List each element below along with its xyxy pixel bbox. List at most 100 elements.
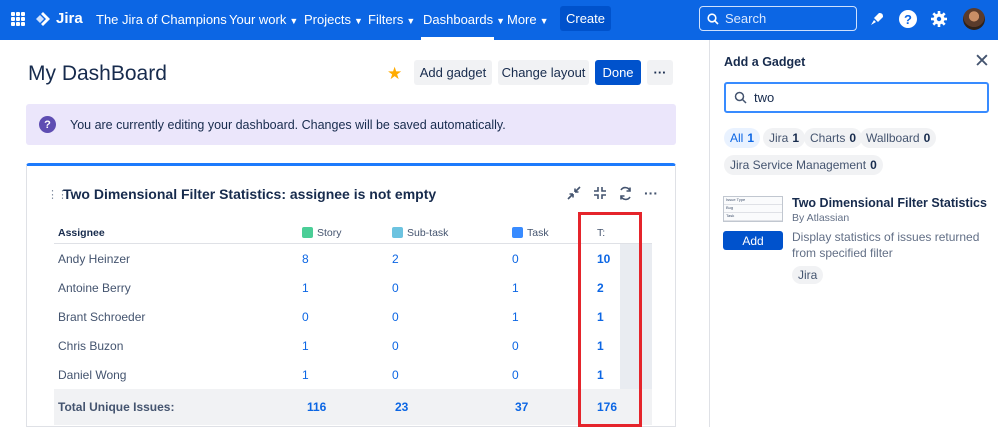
nav-your-work[interactable]: Your work ▼	[229, 12, 298, 27]
table-row: Antoine Berry 1 0 1 2	[54, 273, 652, 302]
gadget-result-tag: Jira	[792, 266, 824, 284]
header-story-label: Story	[317, 226, 342, 239]
global-search[interactable]	[699, 6, 857, 31]
chevron-down-icon: ▼	[289, 16, 299, 26]
refresh-arrows-icon	[619, 186, 631, 200]
task-count[interactable]: 1	[512, 273, 519, 302]
assignee-name: Daniel Wong	[58, 367, 127, 382]
settings-icon[interactable]	[929, 9, 949, 29]
shrink-icon	[594, 187, 606, 199]
compress-icon[interactable]	[591, 184, 609, 202]
assignee-name: Antoine Berry	[58, 280, 131, 295]
assignee-name: Chris Buzon	[58, 338, 124, 353]
subtask-count[interactable]: 0	[392, 360, 399, 389]
chip-all-label: All	[730, 131, 744, 145]
story-total[interactable]: 116	[307, 389, 326, 425]
avatar[interactable]	[963, 8, 985, 30]
subtask-count[interactable]: 0	[392, 273, 399, 302]
add-gadget-button[interactable]: Add gadget	[414, 60, 492, 85]
nav-your-work-label: Your work	[229, 12, 287, 27]
subtask-icon	[392, 227, 403, 238]
rocket-icon	[871, 13, 883, 25]
task-icon	[512, 227, 523, 238]
thumb-row: Issue Type	[724, 197, 782, 205]
panel-title: Add a Gadget	[724, 55, 806, 69]
task-count[interactable]: 0	[512, 331, 519, 360]
help-icon[interactable]: ?	[899, 10, 917, 28]
table-row: Andy Heinzer 8 2 0 10	[54, 244, 652, 273]
gadget-result-name: Two Dimensional Filter Statistics	[792, 196, 987, 210]
chip-charts-count: 0	[849, 131, 857, 145]
jira-logo-icon	[36, 11, 50, 26]
editing-banner-text: You are currently editing your dashboard…	[70, 117, 506, 132]
table-row: Brant Schroeder 0 0 1 1	[54, 302, 652, 331]
chip-jira-service-management[interactable]: Jira Service Management 0	[724, 155, 883, 175]
nav-filters[interactable]: Filters ▼	[368, 12, 415, 27]
subtask-count[interactable]: 0	[392, 302, 399, 331]
active-tab-indicator	[421, 37, 494, 40]
chip-charts[interactable]: Charts 0	[804, 128, 863, 148]
gadget-thumbnail: Issue Type Bug Task	[723, 196, 783, 222]
gadget-result-description: Display statistics of issues returned fr…	[792, 230, 980, 260]
star-icon[interactable]: ★	[387, 64, 402, 84]
chip-jira-count: 1	[792, 131, 800, 145]
chip-jira-label: Jira	[769, 131, 789, 145]
minimize-icon[interactable]	[565, 184, 583, 202]
header-story[interactable]: Story	[302, 222, 342, 243]
more-actions-button[interactable]: ···	[647, 60, 673, 85]
question-icon: ?	[39, 116, 56, 133]
story-count[interactable]: 1	[302, 360, 309, 389]
story-count[interactable]: 8	[302, 244, 309, 273]
chip-wallboard[interactable]: Wallboard 0	[860, 128, 937, 148]
gadget-two-dimensional-stats: ⋮⋮ Two Dimensional Filter Statistics: as…	[26, 163, 676, 427]
thumb-row: Task	[724, 213, 782, 221]
task-count[interactable]: 1	[512, 302, 519, 331]
notifications-icon[interactable]	[867, 9, 887, 29]
gadget-more-icon[interactable]: ···	[642, 184, 660, 202]
jira-logo[interactable]: Jira	[35, 10, 83, 27]
nav-dashboards[interactable]: Dashboards ▼	[423, 12, 505, 27]
thumb-row: Bug	[724, 205, 782, 213]
add-gadget-result-button[interactable]: Add	[723, 231, 783, 250]
chip-charts-label: Charts	[810, 131, 846, 145]
header-subtask[interactable]: Sub-task	[392, 222, 448, 243]
refresh-icon[interactable]	[616, 184, 634, 202]
gadget-search[interactable]	[724, 82, 989, 113]
close-icon[interactable]: ✕	[974, 50, 990, 73]
subtask-total[interactable]: 23	[395, 389, 408, 425]
chip-jira[interactable]: Jira 1	[763, 128, 806, 148]
story-count[interactable]: 1	[302, 331, 309, 360]
page-title: My DashBoard	[28, 62, 167, 85]
nav-more-label: More	[507, 12, 537, 27]
header-assignee[interactable]: Assignee	[58, 222, 105, 243]
subtask-count[interactable]: 0	[392, 331, 399, 360]
app-switcher-icon[interactable]	[11, 12, 25, 26]
table-row: Chris Buzon 1 0 0 1	[54, 331, 652, 360]
chevron-down-icon: ▼	[406, 16, 416, 26]
header-task[interactable]: Task	[512, 222, 549, 243]
chip-jsm-label: Jira Service Management	[730, 158, 867, 172]
task-count[interactable]: 0	[512, 244, 519, 273]
table-row: Daniel Wong 1 0 0 1	[54, 360, 652, 389]
nav-site-name[interactable]: The Jira of Champions	[96, 12, 227, 27]
story-count[interactable]: 0	[302, 302, 309, 331]
nav-projects[interactable]: Projects ▼	[304, 12, 363, 27]
nav-more[interactable]: More ▼	[507, 12, 549, 27]
story-count[interactable]: 1	[302, 273, 309, 302]
header-subtask-label: Sub-task	[407, 226, 449, 239]
task-total[interactable]: 37	[515, 389, 528, 425]
chip-jsm-count: 0	[870, 158, 877, 172]
gadget-search-input[interactable]	[754, 90, 954, 105]
done-button[interactable]: Done	[595, 60, 641, 85]
chip-all[interactable]: All 1	[724, 128, 761, 148]
top-navigation: Jira The Jira of Champions Your work ▼ Pr…	[0, 0, 998, 40]
create-button[interactable]: Create	[560, 6, 611, 31]
totals-label: Total Unique Issues:	[58, 400, 175, 414]
table-header: Assignee Story Sub-task Task T:	[54, 222, 652, 244]
subtask-count[interactable]: 2	[392, 244, 399, 273]
task-count[interactable]: 0	[512, 360, 519, 389]
gadget-title: Two Dimensional Filter Statistics: assig…	[63, 186, 437, 202]
assignee-name: Brant Schroeder	[58, 309, 146, 324]
global-search-input[interactable]	[725, 11, 845, 26]
change-layout-button[interactable]: Change layout	[498, 60, 589, 85]
